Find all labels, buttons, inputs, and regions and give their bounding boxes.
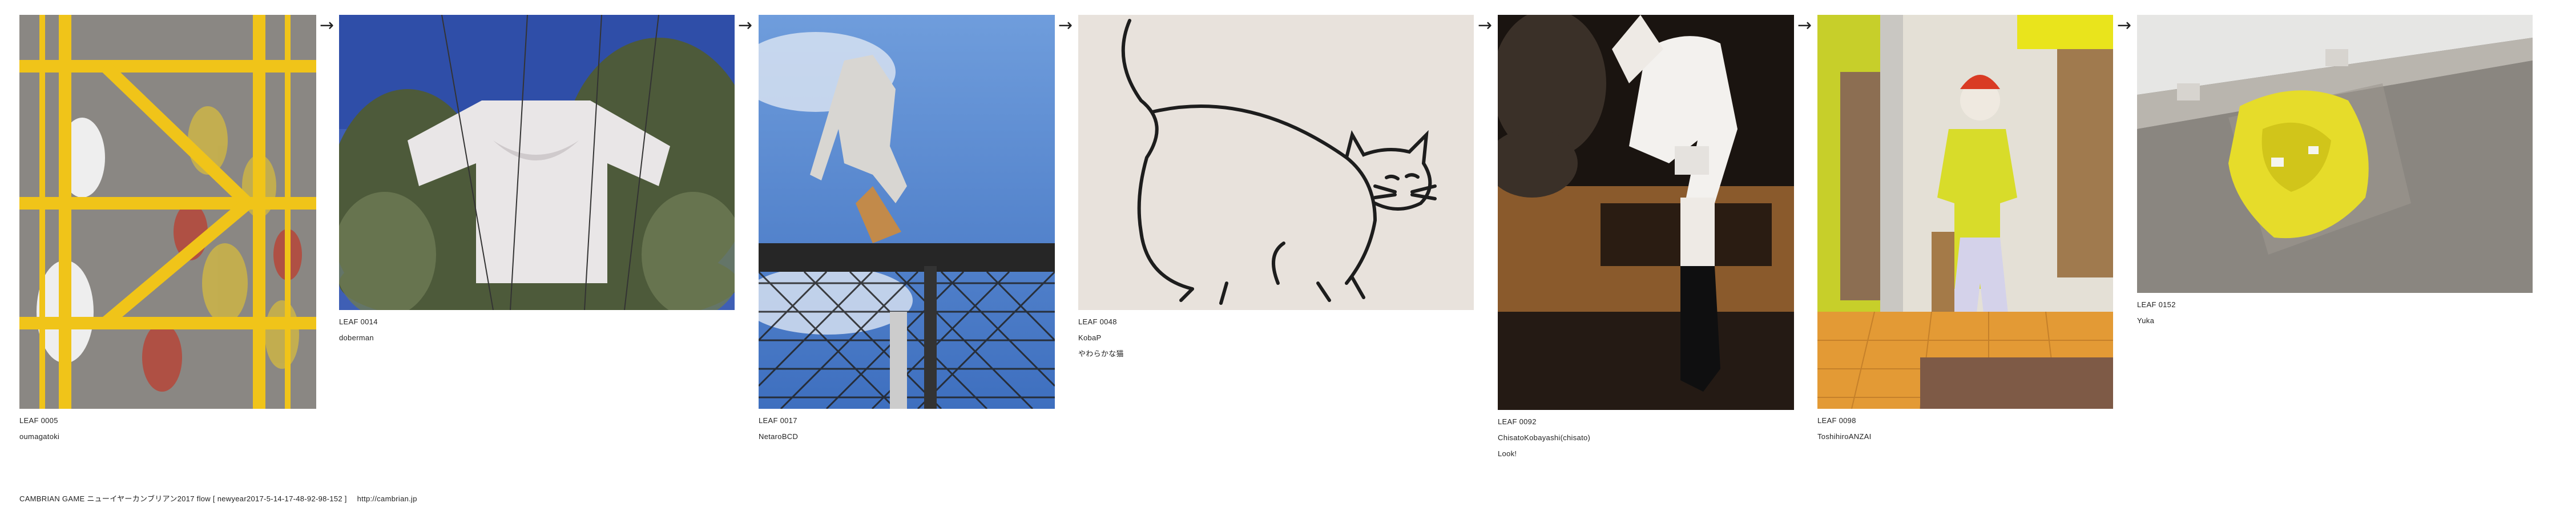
mannequin-legs-image[interactable] bbox=[1498, 15, 1794, 410]
leaf-note: やわらかな猫 bbox=[1078, 349, 1124, 358]
flow-arrow-icon: → bbox=[1058, 15, 1073, 35]
yellow-stairs-image[interactable] bbox=[19, 15, 316, 409]
leaf-id: LEAF 0005 bbox=[19, 416, 58, 425]
footer-title: CAMBRIAN GAME ニューイヤーカンブリアン2017 flow [ ne… bbox=[19, 494, 347, 503]
footer-link[interactable]: http://cambrian.jp bbox=[357, 494, 417, 503]
footer: CAMBRIAN GAME ニューイヤーカンブリアン2017 flow [ ne… bbox=[19, 494, 417, 504]
flow-arrow-icon: → bbox=[1797, 15, 1812, 35]
leaf-id: LEAF 0092 bbox=[1498, 417, 1537, 426]
leaf-id: LEAF 0017 bbox=[759, 416, 797, 425]
leaf-author[interactable]: ChisatoKobayashi(chisato) bbox=[1498, 433, 1590, 442]
yellow-bag-image[interactable] bbox=[2137, 15, 2533, 293]
leaf-id: LEAF 0014 bbox=[339, 317, 378, 326]
leaf-author[interactable]: KobaP bbox=[1078, 333, 1102, 343]
leaf-note: Look! bbox=[1498, 449, 1517, 458]
leaf-author[interactable]: ToshihiroANZAI bbox=[1817, 432, 1872, 441]
flow-arrow-icon: → bbox=[320, 15, 334, 35]
tshirt-on-wires-image[interactable] bbox=[339, 15, 735, 310]
cutout-man-on-fence-image[interactable] bbox=[759, 15, 1055, 409]
leaf-author[interactable]: doberman bbox=[339, 333, 374, 343]
flow-arrow-icon: → bbox=[1478, 15, 1493, 35]
leaf-id: LEAF 0048 bbox=[1078, 317, 1117, 326]
leaf-author[interactable]: Yuka bbox=[2137, 316, 2154, 325]
mannequin-shop-image[interactable] bbox=[1817, 15, 2113, 409]
leaf-id: LEAF 0098 bbox=[1817, 416, 1856, 425]
leaf-author[interactable]: oumagatoki bbox=[19, 432, 59, 441]
cat-drawing-image[interactable] bbox=[1078, 15, 1474, 310]
leaf-author[interactable]: NetaroBCD bbox=[759, 432, 798, 441]
leaf-id: LEAF 0152 bbox=[2137, 300, 2176, 309]
flow-arrow-icon: → bbox=[738, 15, 753, 35]
flow-arrow-icon: → bbox=[2117, 15, 2132, 35]
